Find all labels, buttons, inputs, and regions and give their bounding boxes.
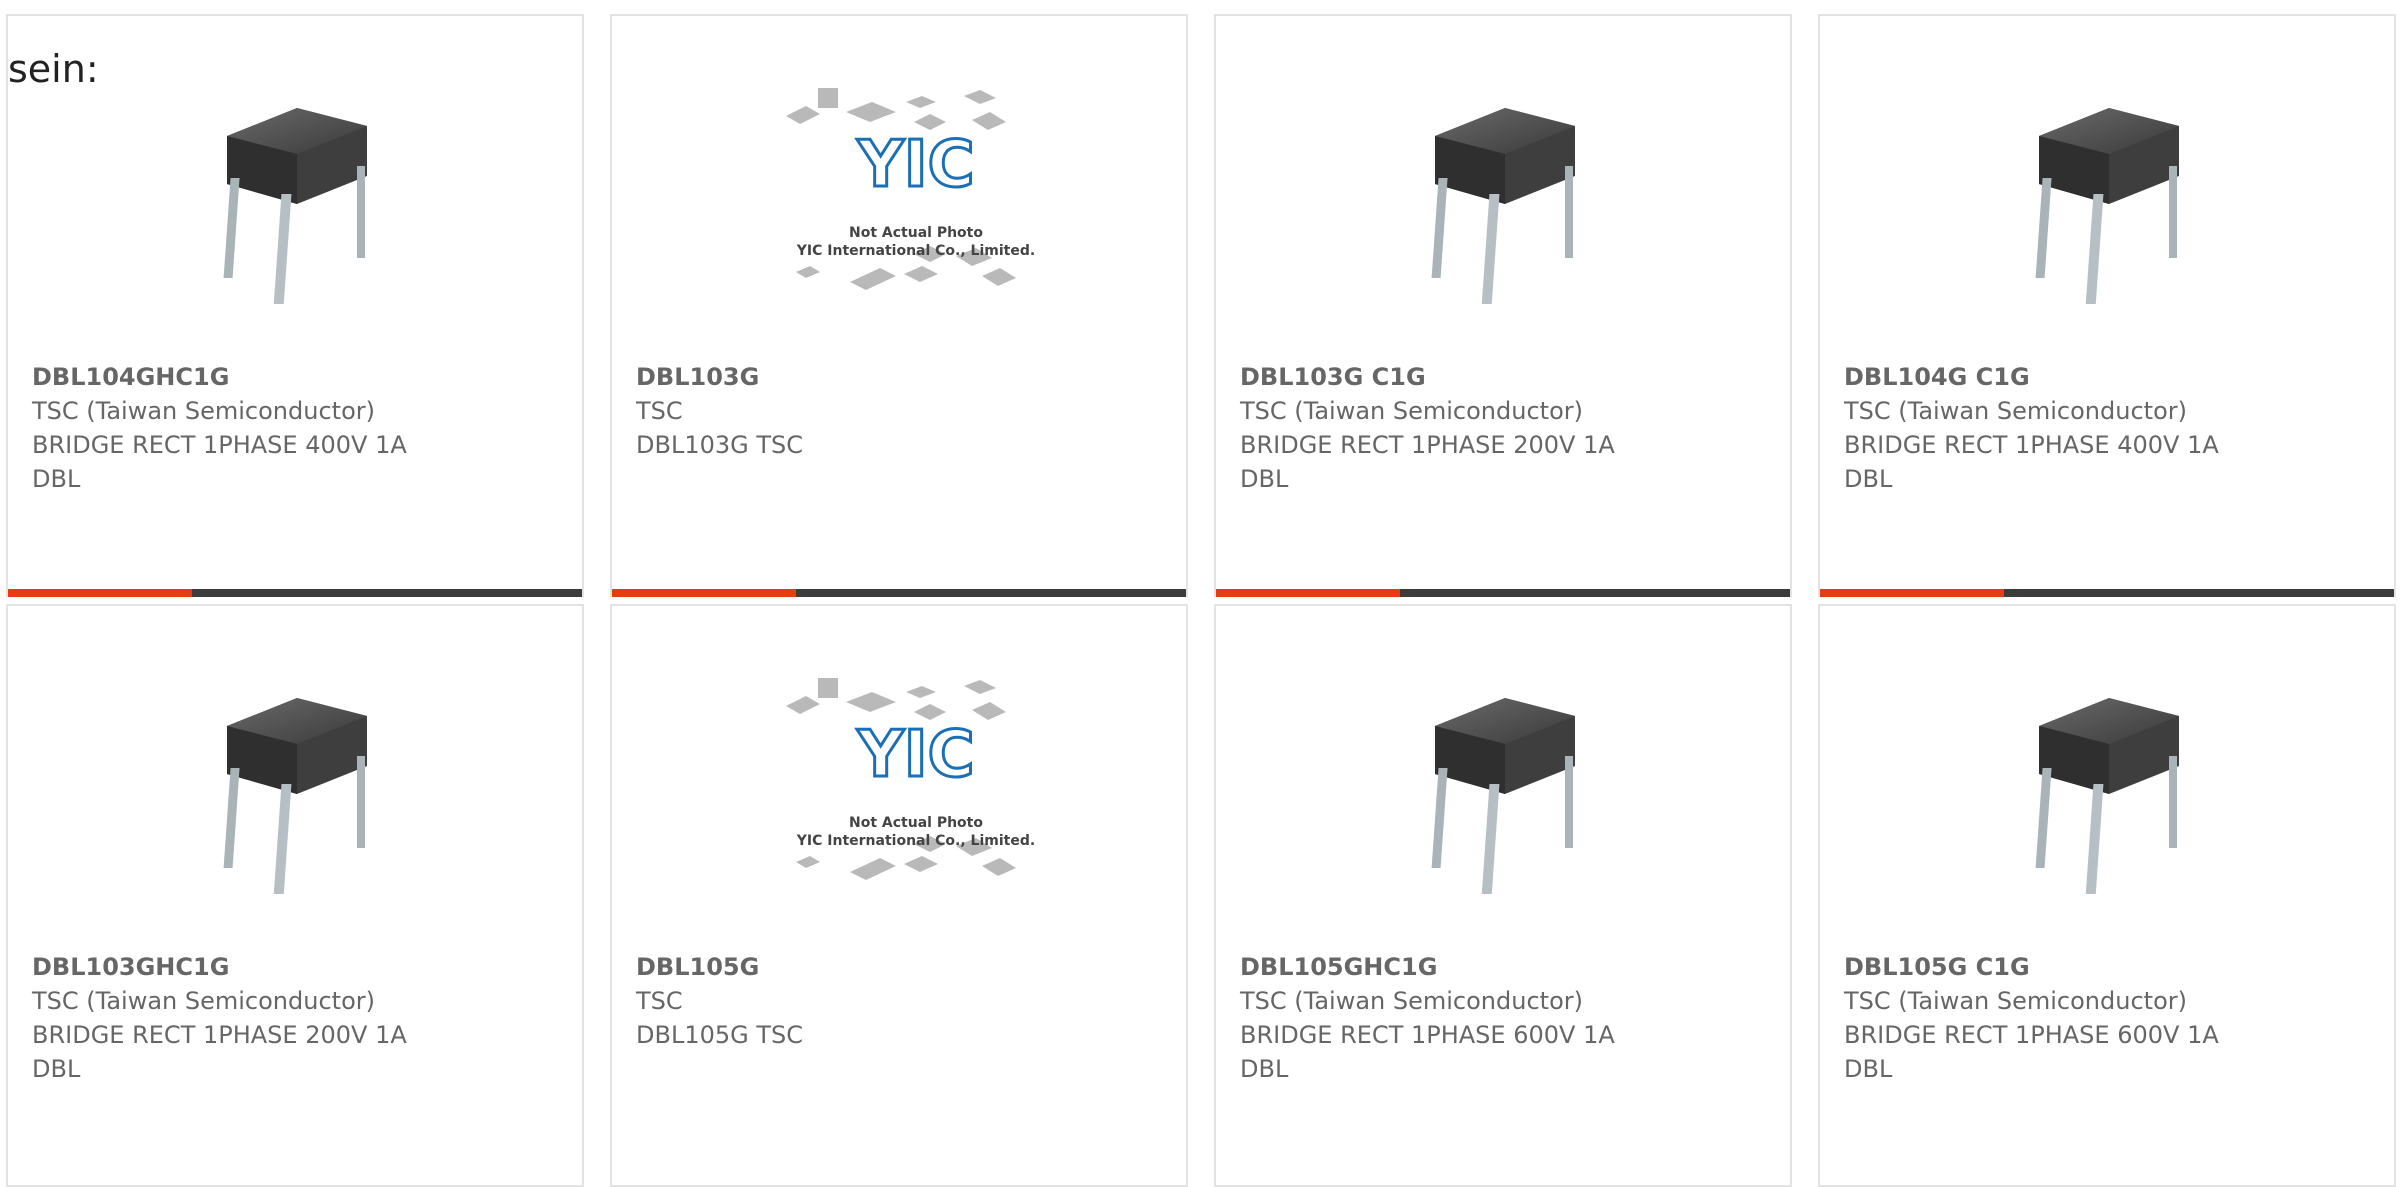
placeholder-caption-line1: Not Actual Photo [849,225,983,241]
part-number-link[interactable]: DBL104G C1G [1844,360,2219,394]
description: DBL103G TSC [636,431,804,459]
card-hover-bar [612,589,1186,597]
description: BRIDGE RECT 1PHASE 400V 1A [1844,431,2219,459]
product-image[interactable]: YIC Not Actual Photo YIC International Co.… [776,76,1035,316]
product-card[interactable]: DBL104GHC1G TSC (Taiwan Semiconductor) BRI… [6,14,584,597]
card-bar-accent [612,589,796,597]
product-info: DBL103G C1G TSC (Taiwan Semiconductor) BRI… [1240,360,1615,496]
placeholder-caption-line1: Not Actual Photo [849,815,983,831]
part-number-link[interactable]: DBL103GHC1G [32,950,407,984]
product-info: DBL105G C1G TSC (Taiwan Semiconductor) BRI… [1844,950,2219,1086]
description: BRIDGE RECT 1PHASE 400V 1A [32,431,407,459]
manufacturer: TSC (Taiwan Semiconductor) [1240,987,1583,1015]
product-card[interactable]: DBL103GHC1G TSC (Taiwan Semiconductor) BRI… [6,604,584,1187]
part-number-link[interactable]: DBL103G [636,360,803,394]
card-bar-accent [1216,589,1400,597]
bridge-rectifier-image [223,698,367,894]
card-bar-accent [1820,589,2004,597]
manufacturer: TSC (Taiwan Semiconductor) [32,987,375,1015]
bridge-rectifier-image [223,108,367,304]
manufacturer: TSC [636,397,683,425]
intro-text: sein: [8,47,99,91]
product-image[interactable] [1380,666,1630,906]
product-image[interactable]: YIC Not Actual Photo YIC International Co.… [776,666,1035,906]
product-card[interactable]: DBL103G C1G TSC (Taiwan Semiconductor) BRI… [1214,14,1792,597]
product-image[interactable] [1380,76,1630,316]
manufacturer: TSC (Taiwan Semiconductor) [1240,397,1583,425]
description: BRIDGE RECT 1PHASE 200V 1A [32,1021,407,1049]
package: DBL [32,1055,81,1083]
product-info: DBL105GHC1G TSC (Taiwan Semiconductor) BRI… [1240,950,1615,1086]
card-hover-bar [1820,589,2394,597]
product-info: DBL105G TSC DBL105G TSC [636,950,803,1052]
part-number-link[interactable]: DBL105GHC1G [1240,950,1615,984]
bridge-rectifier-image [2035,108,2179,304]
product-info: DBL104GHC1G TSC (Taiwan Semiconductor) BRI… [32,360,407,496]
product-card[interactable]: DBL105G C1G TSC (Taiwan Semiconductor) BRI… [1818,604,2396,1187]
description: BRIDGE RECT 1PHASE 600V 1A [1240,1021,1615,1049]
svg-text:YIC: YIC [856,128,974,202]
product-card[interactable]: YIC Not Actual Photo YIC International Co.… [610,14,1188,597]
card-bar-dark [1399,589,1790,597]
card-bar-accent [8,589,192,597]
placeholder-image: YIC Not Actual Photo YIC International Co.… [776,666,1035,906]
product-image[interactable] [172,666,422,906]
description: DBL105G TSC [636,1021,804,1049]
product-image[interactable] [172,76,422,316]
card-hover-bar [1216,589,1790,597]
part-number-link[interactable]: DBL105G [636,950,803,984]
svg-text:YIC: YIC [856,718,974,792]
manufacturer: TSC (Taiwan Semiconductor) [1844,987,2187,1015]
placeholder-image: YIC Not Actual Photo YIC International Co.… [776,76,1035,316]
placeholder-caption-line2: YIC International Co., Limited. [796,833,1036,849]
part-number-link[interactable]: DBL104GHC1G [32,360,407,394]
manufacturer: TSC (Taiwan Semiconductor) [1844,397,2187,425]
part-number-link[interactable]: DBL103G C1G [1240,360,1615,394]
product-info: DBL103G TSC DBL103G TSC [636,360,803,462]
bridge-rectifier-image [2035,698,2179,894]
description: BRIDGE RECT 1PHASE 600V 1A [1844,1021,2219,1049]
product-card[interactable]: DBL105GHC1G TSC (Taiwan Semiconductor) BRI… [1214,604,1792,1187]
package: DBL [1240,1055,1289,1083]
package: DBL [32,465,81,493]
placeholder-caption-line2: YIC International Co., Limited. [796,243,1036,259]
manufacturer: TSC [636,987,683,1015]
product-card[interactable]: DBL104G C1G TSC (Taiwan Semiconductor) BRI… [1818,14,2396,597]
card-hover-bar [8,589,582,597]
manufacturer: TSC (Taiwan Semiconductor) [32,397,375,425]
card-bar-dark [191,589,582,597]
description: BRIDGE RECT 1PHASE 200V 1A [1240,431,1615,459]
bridge-rectifier-image [1431,698,1575,894]
package: DBL [1844,1055,1893,1083]
product-card[interactable]: YIC Not Actual Photo YIC International Co.… [610,604,1188,1187]
card-bar-dark [2003,589,2394,597]
product-image[interactable] [1984,76,2234,316]
product-grid: DBL104GHC1G TSC (Taiwan Semiconductor) BRI… [0,0,2400,1187]
card-bar-dark [795,589,1186,597]
bridge-rectifier-image [1431,108,1575,304]
package: DBL [1240,465,1289,493]
product-info: DBL104G C1G TSC (Taiwan Semiconductor) BRI… [1844,360,2219,496]
part-number-link[interactable]: DBL105G C1G [1844,950,2219,984]
product-image[interactable] [1984,666,2234,906]
package: DBL [1844,465,1893,493]
product-info: DBL103GHC1G TSC (Taiwan Semiconductor) BRI… [32,950,407,1086]
